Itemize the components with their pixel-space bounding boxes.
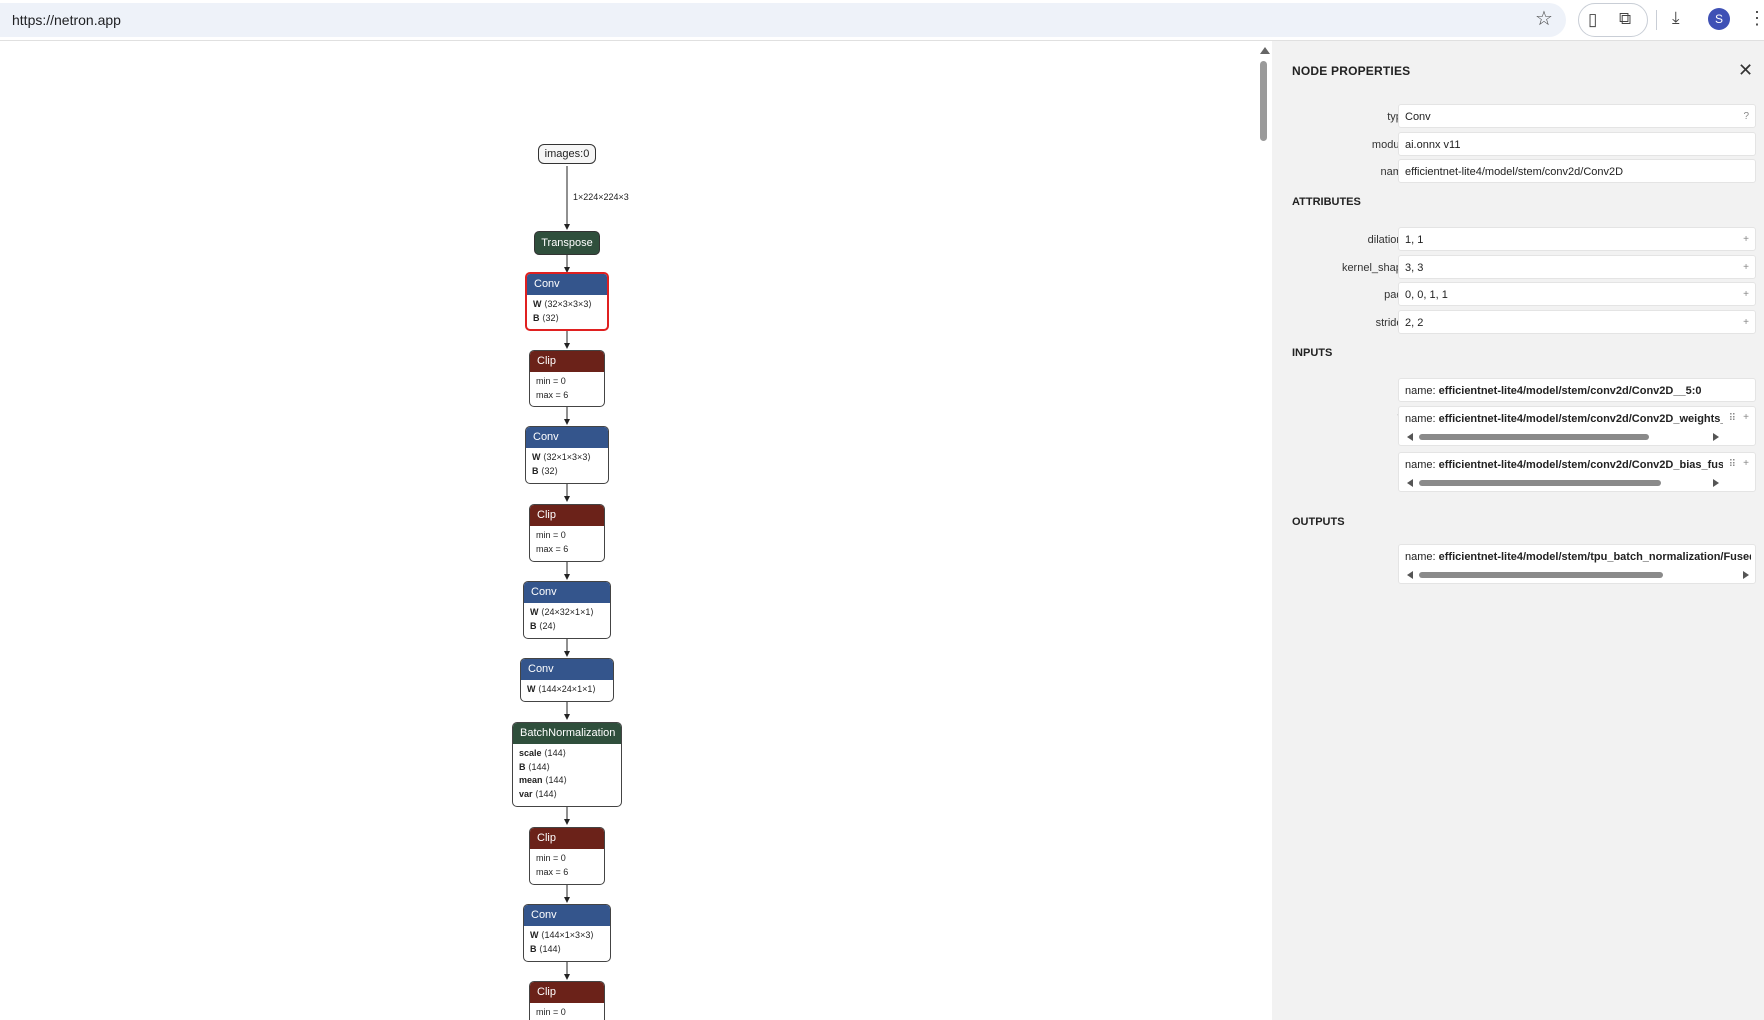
node-conv[interactable]: Conv W ⟨144×24×1×1⟩	[520, 658, 614, 702]
graph-input-node[interactable]: images:0	[538, 144, 596, 164]
scroll-left-icon[interactable]	[1407, 433, 1413, 441]
attribute-label: pads	[1384, 289, 1408, 301]
expand-icon[interactable]: +	[1743, 457, 1749, 471]
scroll-left-icon[interactable]	[1407, 571, 1413, 579]
input-label: W	[1292, 413, 1408, 425]
node-title: Conv	[524, 582, 610, 603]
attribute-strides-field[interactable]: 2, 2 +	[1398, 310, 1756, 334]
node-conv-selected[interactable]: Conv W ⟨32×3×3×3⟩ B ⟨32⟩	[525, 272, 609, 331]
horizontal-scrollbar[interactable]	[1407, 479, 1719, 487]
node-clip[interactable]: Clip min = 0	[529, 981, 605, 1020]
grid-icon[interactable]: ⠿	[1729, 458, 1736, 472]
output-label: Y	[1292, 549, 1408, 561]
input-w-field[interactable]: name: efficientnet-lite4/model/stem/conv…	[1398, 406, 1756, 446]
node-title: Clip	[530, 505, 604, 526]
download-icon[interactable]: ⤓	[1672, 8, 1680, 28]
graph-edges	[564, 166, 570, 980]
property-name-field[interactable]: efficientnet-lite4/model/stem/conv2d/Con…	[1398, 159, 1756, 183]
node-title: Conv	[524, 905, 610, 926]
graph-canvas[interactable]: images:0 1×224×224×3 Transpose Conv W ⟨3…	[0, 41, 1270, 1020]
node-attrs: min = 0 max = 6	[536, 530, 569, 554]
graph-scrollbar[interactable]	[1258, 41, 1270, 1020]
node-title: Clip	[530, 828, 604, 849]
node-attrs: W ⟨144×24×1×1⟩	[527, 684, 596, 694]
horizontal-scrollbar[interactable]	[1407, 571, 1749, 579]
expand-icon[interactable]: +	[1743, 228, 1749, 250]
expand-icon[interactable]: +	[1743, 311, 1749, 333]
address-bar[interactable]: https://netron.app ☆	[0, 3, 1566, 37]
more-vert-icon[interactable]: ⋮	[1748, 8, 1764, 28]
node-attrs: W ⟨144×1×3×3⟩ B ⟨144⟩	[530, 930, 594, 954]
scroll-right-icon[interactable]	[1743, 571, 1749, 579]
expand-icon[interactable]: +	[1743, 411, 1749, 425]
attribute-pads-field[interactable]: 0, 0, 1, 1 +	[1398, 282, 1756, 306]
node-title: BatchNormalization	[513, 723, 621, 744]
node-attrs: scale ⟨144⟩ B ⟨144⟩ mean ⟨144⟩ var ⟨144⟩	[519, 748, 568, 799]
node-transpose[interactable]: Transpose	[534, 231, 600, 255]
expand-icon[interactable]: +	[1743, 283, 1749, 305]
scroll-left-icon[interactable]	[1407, 479, 1413, 487]
grid-icon[interactable]: ⠿	[1729, 412, 1736, 426]
scroll-up-icon[interactable]	[1260, 47, 1270, 54]
outputs-heading: OUTPUTS	[1292, 516, 1345, 528]
inputs-heading: INPUTS	[1292, 347, 1333, 359]
input-b-field[interactable]: name: efficientnet-lite4/model/stem/conv…	[1398, 452, 1756, 492]
input-label: X	[1292, 385, 1408, 397]
node-clip[interactable]: Clip min = 0 max = 6	[529, 350, 605, 407]
node-conv[interactable]: Conv W ⟨144×1×3×3⟩ B ⟨144⟩	[523, 904, 611, 962]
node-batchnormalization[interactable]: BatchNormalization scale ⟨144⟩ B ⟨144⟩ m…	[512, 722, 622, 807]
avatar[interactable]: S	[1708, 8, 1730, 30]
attributes-heading: ATTRIBUTES	[1292, 196, 1361, 208]
close-icon[interactable]: ✕	[1738, 60, 1753, 81]
input-x-field[interactable]: name: efficientnet-lite4/model/stem/conv…	[1398, 378, 1756, 402]
browser-toolbar: https://netron.app ☆ ▯ ⧉ ⤓ S ⋮	[0, 0, 1764, 40]
scrollbar-thumb[interactable]	[1419, 572, 1663, 578]
edge-shape-label: 1×224×224×3	[573, 192, 629, 202]
node-title: Conv	[521, 659, 613, 680]
node-clip[interactable]: Clip min = 0 max = 6	[529, 504, 605, 562]
star-icon[interactable]: ☆	[1535, 9, 1553, 29]
scrollbar-thumb[interactable]	[1419, 480, 1661, 486]
url-text[interactable]: https://netron.app	[12, 12, 121, 28]
extension-group: ▯ ⧉	[1578, 3, 1648, 37]
extension-icon[interactable]: ⧉	[1619, 9, 1631, 29]
scroll-right-icon[interactable]	[1713, 479, 1719, 487]
property-label: type	[1292, 111, 1408, 123]
node-attrs: min = 0	[536, 1007, 566, 1017]
scrollbar-thumb[interactable]	[1260, 61, 1267, 141]
attribute-label: strides	[1375, 317, 1408, 329]
toolbar-divider	[1656, 10, 1657, 30]
property-type-field[interactable]: Conv ?	[1398, 104, 1756, 128]
horizontal-scrollbar[interactable]	[1407, 433, 1719, 441]
node-attrs: W ⟨32×3×3×3⟩ B ⟨32⟩	[533, 299, 592, 323]
node-clip[interactable]: Clip min = 0 max = 6	[529, 827, 605, 885]
node-attrs: min = 0 max = 6	[536, 376, 569, 400]
panel-title: NODE PROPERTIES	[1292, 64, 1411, 78]
scrollbar-thumb[interactable]	[1419, 434, 1649, 440]
scroll-right-icon[interactable]	[1713, 433, 1719, 441]
output-y-field[interactable]: name: efficientnet-lite4/model/stem/tpu_…	[1398, 544, 1756, 584]
attribute-kernel-shape-field[interactable]: 3, 3 +	[1398, 255, 1756, 279]
node-properties-panel: NODE PROPERTIES ✕ type Conv ? module ai.…	[1272, 41, 1764, 1020]
node-conv[interactable]: Conv W ⟨24×32×1×1⟩ B ⟨24⟩	[523, 581, 611, 639]
node-conv[interactable]: Conv W ⟨32×1×3×3⟩ B ⟨32⟩	[525, 426, 609, 484]
input-label: B	[1292, 454, 1408, 466]
node-title: Clip	[530, 982, 604, 1003]
attribute-label: dilations	[1367, 234, 1408, 246]
node-title: Clip	[530, 351, 604, 372]
node-attrs: W ⟨24×32×1×1⟩ B ⟨24⟩	[530, 607, 594, 631]
help-icon[interactable]: ?	[1743, 105, 1749, 127]
property-module-field[interactable]: ai.onnx v11	[1398, 132, 1756, 156]
document-icon[interactable]: ▯	[1588, 10, 1597, 30]
expand-icon[interactable]: +	[1743, 256, 1749, 278]
attribute-dilations-field[interactable]: 1, 1 +	[1398, 227, 1756, 251]
node-title: Conv	[527, 274, 607, 295]
property-label: name	[1380, 166, 1408, 178]
node-title: Conv	[526, 427, 608, 448]
node-attrs: min = 0 max = 6	[536, 853, 569, 877]
attribute-label: kernel_shape	[1341, 262, 1408, 274]
node-attrs: W ⟨32×1×3×3⟩ B ⟨32⟩	[532, 452, 591, 476]
property-label: module	[1371, 139, 1408, 151]
